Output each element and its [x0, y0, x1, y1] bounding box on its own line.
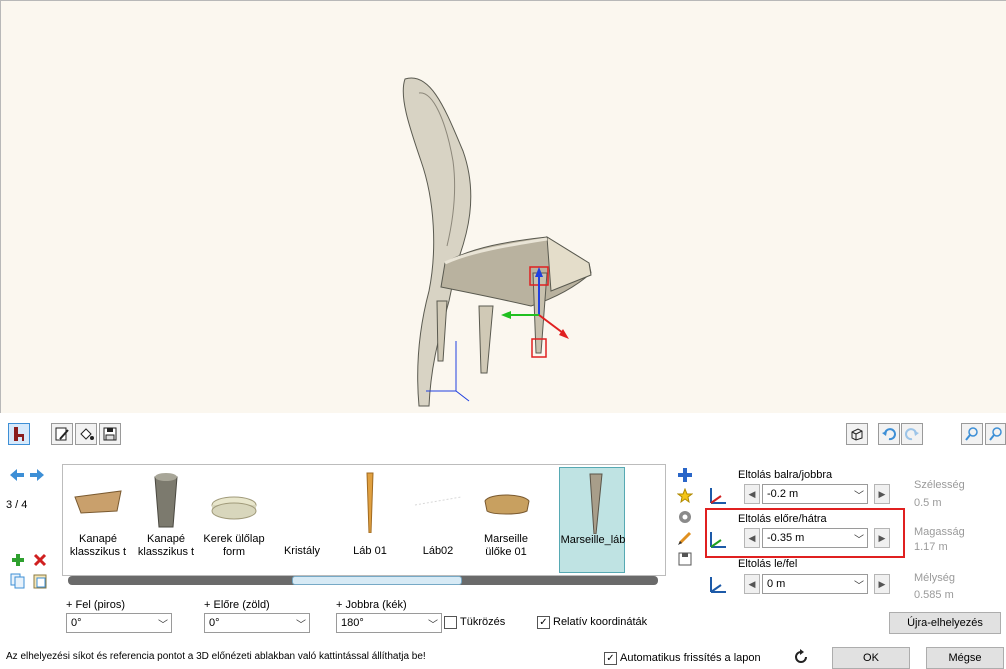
- wood-leg-thumbnail: [366, 472, 374, 533]
- gallery-item[interactable]: Kerek ülőlap form: [201, 467, 267, 573]
- zoom-in-button[interactable]: [961, 423, 983, 445]
- rot-up-select[interactable]: 0° ﹀: [66, 613, 172, 633]
- redo-button[interactable]: [901, 423, 923, 445]
- offset-x-field[interactable]: -0.2 m ﹀: [762, 484, 868, 504]
- depth-label: Mélység: [914, 572, 955, 584]
- refresh-icon[interactable]: [792, 648, 810, 666]
- paint-button[interactable]: [75, 423, 97, 445]
- axis-y-icon: [710, 532, 726, 548]
- round-seat-thumbnail: [211, 496, 257, 520]
- relative-label: Relatív koordináták: [553, 616, 648, 628]
- item-counter: 3 / 4: [6, 499, 28, 511]
- axis-z-icon: [710, 577, 726, 593]
- cylinder-leg-thumbnail: [154, 473, 178, 528]
- chair-mode-button[interactable]: [8, 423, 30, 445]
- pencil-page-icon: [55, 427, 69, 441]
- status-text: Az elhelyezési síkot és referencia ponto…: [6, 651, 426, 662]
- gallery-item-label: Marseille ülőke 01: [483, 533, 528, 558]
- thin-leg-thumbnail: [414, 496, 462, 506]
- gallery-item-label: Kanapé klasszikus t: [137, 533, 195, 558]
- rot-fwd-label: + Előre (zöld): [204, 599, 270, 611]
- gallery-item[interactable]: Láb02: [405, 467, 471, 573]
- save-button[interactable]: [99, 423, 121, 445]
- width-value: 0.5 m: [914, 497, 942, 509]
- chair-3d-model: [402, 77, 592, 407]
- floppy-icon: [103, 427, 117, 441]
- gallery-scroll-thumb[interactable]: [292, 576, 462, 585]
- redo-icon: [905, 428, 919, 441]
- offset-z-field[interactable]: 0 m ﹀: [762, 574, 868, 594]
- width-label: Szélesség: [914, 479, 965, 491]
- offset-y-increase[interactable]: ▶: [874, 528, 890, 548]
- reposition-button[interactable]: Újra-elhelyezés: [889, 612, 1001, 634]
- marseille-leg-thumbnail: [589, 473, 603, 534]
- auto-refresh-checkbox[interactable]: ✓: [604, 652, 617, 665]
- paint-bucket-icon: [80, 428, 94, 440]
- gallery-item-label: Láb02: [422, 545, 454, 557]
- zoom-out-button[interactable]: [985, 423, 1006, 445]
- zoom-out-icon: [988, 427, 1002, 441]
- offset-x-decrease[interactable]: ◀: [744, 484, 760, 504]
- gallery-item-label: Kristály: [283, 545, 321, 557]
- offset-y-decrease[interactable]: ◀: [744, 528, 760, 548]
- edit-button[interactable]: [51, 423, 73, 445]
- gallery-item[interactable]: Marseille ülőke 01: [473, 467, 539, 573]
- offset-x-label: Eltolás balra/jobbra: [738, 469, 833, 481]
- plus-icon[interactable]: [676, 466, 694, 484]
- gear-icon[interactable]: [676, 508, 694, 526]
- part-gallery: Kanapé klasszikus t Kanapé klasszikus t …: [62, 464, 666, 576]
- undo-icon: [882, 428, 896, 441]
- height-value: 1.17 m: [914, 541, 948, 553]
- axis-x-icon: [710, 488, 726, 504]
- offset-z-label: Eltolás le/fel: [738, 558, 798, 570]
- zoom-in-icon: [965, 427, 978, 441]
- cube-icon: [851, 428, 863, 441]
- gallery-item-label: Kerek ülőlap form: [203, 533, 265, 558]
- offset-y-field[interactable]: -0.35 m ﹀: [762, 528, 868, 548]
- mirror-label: Tükrözés: [460, 616, 506, 628]
- mirror-checkbox[interactable]: [444, 616, 457, 629]
- star-icon[interactable]: [676, 487, 694, 505]
- gallery-item-label: Kanapé klasszikus t: [69, 533, 127, 558]
- gallery-item-label: Marseille_láb: [560, 534, 626, 546]
- add-icon[interactable]: [9, 551, 27, 569]
- 3d-preview-viewport[interactable]: [0, 0, 1006, 413]
- sofa-leg-thumbnail: [74, 490, 122, 514]
- relative-checkbox[interactable]: ✓: [537, 616, 550, 629]
- chair-icon: [14, 427, 24, 441]
- gallery-item-selected[interactable]: Marseille_láb: [559, 467, 625, 573]
- rot-fwd-select[interactable]: 0° ﹀: [204, 613, 310, 633]
- gallery-item[interactable]: Kanapé klasszikus t: [133, 467, 199, 573]
- gallery-item[interactable]: Kanapé klasszikus t: [65, 467, 131, 573]
- height-label: Magasság: [914, 526, 965, 538]
- paste-icon[interactable]: [31, 572, 49, 590]
- offset-z-increase[interactable]: ▶: [874, 574, 890, 594]
- gallery-item[interactable]: Láb 01: [337, 467, 403, 573]
- floppy-icon[interactable]: [676, 550, 694, 568]
- pencil-icon[interactable]: [676, 529, 694, 547]
- offset-x-increase[interactable]: ▶: [874, 484, 890, 504]
- undo-button[interactable]: [878, 423, 900, 445]
- offset-z-decrease[interactable]: ◀: [744, 574, 760, 594]
- view-3d-button[interactable]: [846, 423, 868, 445]
- gallery-scrollbar[interactable]: [68, 576, 658, 585]
- seat-cushion-thumbnail: [484, 494, 530, 515]
- depth-value: 0.585 m: [914, 589, 954, 601]
- copy-icon[interactable]: [9, 572, 27, 590]
- next-arrow-icon[interactable]: [28, 466, 46, 484]
- gallery-item-label: Láb 01: [353, 545, 387, 557]
- rot-right-label: + Jobbra (kék): [336, 599, 407, 611]
- offset-y-label: Eltolás előre/hátra: [738, 513, 827, 525]
- rot-up-label: + Fel (piros): [66, 599, 125, 611]
- prev-arrow-icon[interactable]: [8, 466, 26, 484]
- auto-refresh-label: Automatikus frissítés a lapon: [620, 652, 761, 664]
- delete-icon[interactable]: [31, 551, 49, 569]
- rot-right-select[interactable]: 180° ﹀: [336, 613, 442, 633]
- gallery-item[interactable]: Kristály: [269, 467, 335, 573]
